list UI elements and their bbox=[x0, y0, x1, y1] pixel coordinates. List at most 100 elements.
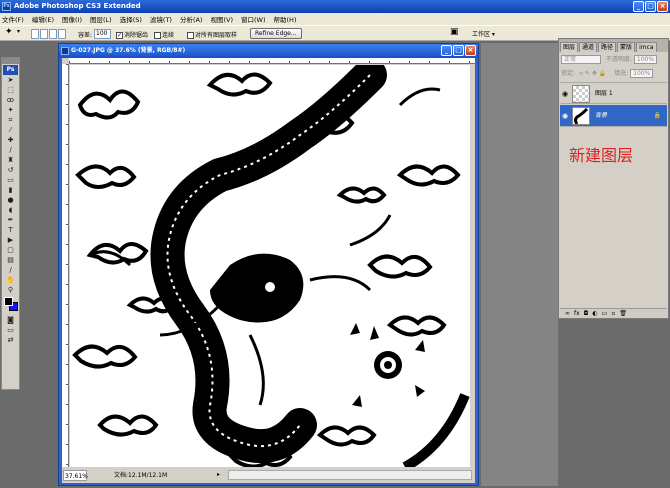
imageready-icon[interactable]: ⇄ bbox=[3, 336, 18, 344]
selection-mode-new-icon[interactable] bbox=[31, 29, 39, 39]
eyedropper-tool-icon[interactable]: ⁄ bbox=[3, 126, 18, 134]
tolerance-input[interactable]: 100 bbox=[94, 29, 111, 39]
notes-tool-icon[interactable]: ▤ bbox=[3, 256, 18, 264]
status-bar: 37.61% 文档:12.1M/12.1M ▸ bbox=[62, 468, 475, 483]
tab-masks[interactable]: 蒙版 bbox=[617, 42, 636, 52]
menu-window[interactable]: 窗口(W) bbox=[241, 14, 266, 24]
tab-paths[interactable]: 路径 bbox=[598, 42, 617, 52]
healing-brush-icon[interactable]: ✚ bbox=[3, 136, 18, 144]
eraser-tool-icon[interactable]: ▭ bbox=[3, 176, 18, 184]
stamp-tool-icon[interactable]: ♜ bbox=[3, 156, 18, 164]
ps-logo: Ps bbox=[3, 65, 18, 75]
selection-mode-add-icon[interactable] bbox=[40, 29, 48, 39]
lasso-tool-icon[interactable]: ꝏ bbox=[3, 96, 18, 104]
crop-tool-icon[interactable]: ⌗ bbox=[3, 116, 18, 124]
lock-icon[interactable]: ▫ ✎ ✥ 🔒 bbox=[579, 70, 606, 77]
image-canvas[interactable] bbox=[70, 65, 470, 467]
menu-filter[interactable]: 滤镜(T) bbox=[150, 14, 172, 24]
fx-icon[interactable]: fx bbox=[574, 309, 580, 318]
document-area: 37.61% 文档:12.1M/12.1M ▸ bbox=[62, 58, 475, 483]
status-menu-arrow-icon[interactable]: ▸ bbox=[217, 469, 220, 480]
doc-maximize-button[interactable]: □ bbox=[453, 45, 464, 56]
type-tool-icon[interactable]: T bbox=[3, 226, 18, 234]
layer-thumbnail bbox=[572, 85, 590, 103]
menu-view[interactable]: 视图(V) bbox=[210, 14, 233, 24]
doc-close-button[interactable]: × bbox=[465, 45, 476, 56]
layer-row[interactable]: ◉ 图层 1 bbox=[560, 82, 667, 104]
fill-input[interactable]: 100% bbox=[630, 69, 654, 78]
tab-imca[interactable]: imca bbox=[636, 42, 657, 52]
visibility-eye-icon[interactable]: ◉ bbox=[562, 111, 570, 121]
document-size-info: 文档:12.1M/12.1M bbox=[114, 472, 168, 479]
mask-icon[interactable]: ◘ bbox=[584, 309, 589, 318]
menu-help[interactable]: 帮助(H) bbox=[274, 14, 297, 24]
refine-edge-button[interactable]: Refine Edge... bbox=[250, 28, 302, 39]
contiguous-checkbox[interactable]: 连续 bbox=[154, 30, 174, 39]
lock-row: 锁定: ▫ ✎ ✥ 🔒 填充: 100% bbox=[561, 68, 666, 79]
menu-select[interactable]: 选择(S) bbox=[120, 14, 142, 24]
workspace-menu-button[interactable]: 工作区 ▾ bbox=[472, 29, 495, 38]
group-icon[interactable]: ▭ bbox=[602, 309, 608, 318]
pen-tool-icon[interactable]: ✒ bbox=[3, 216, 18, 224]
layer-name: 图层 1 bbox=[595, 90, 613, 97]
layer-row-selected[interactable]: ◉ 背景 🔒 bbox=[560, 105, 667, 127]
gradient-tool-icon[interactable]: ▮ bbox=[3, 186, 18, 194]
color-swatches[interactable] bbox=[2, 296, 19, 314]
opacity-label: 不透明度: bbox=[605, 56, 632, 63]
history-brush-icon[interactable]: ↺ bbox=[3, 166, 18, 174]
hand-tool-icon[interactable]: ✋ bbox=[3, 276, 18, 284]
selection-mode-subtract-icon[interactable] bbox=[49, 29, 57, 39]
layer-name: 背景 bbox=[595, 112, 608, 119]
ps-app-icon: Ps bbox=[2, 2, 11, 11]
toolbox-grip[interactable] bbox=[2, 58, 19, 64]
selection-mode-intersect-icon[interactable] bbox=[58, 29, 66, 39]
tab-channels[interactable]: 通道 bbox=[579, 42, 598, 52]
adjustment-icon[interactable]: ◐ bbox=[592, 309, 597, 318]
visibility-eye-icon[interactable]: ◉ bbox=[562, 89, 570, 99]
blur-tool-icon[interactable]: ● bbox=[3, 196, 18, 204]
menu-analysis[interactable]: 分析(A) bbox=[180, 14, 203, 24]
magic-wand-tool-icon[interactable]: ✦ bbox=[5, 27, 13, 37]
maximize-button[interactable]: □ bbox=[645, 1, 656, 12]
brush-tool-icon[interactable]: ∕ bbox=[3, 146, 18, 154]
sample-all-layers-checkbox[interactable]: 对所有图层取样 bbox=[187, 30, 237, 39]
antialias-checkbox[interactable]: ✓ 消除锯齿 bbox=[116, 30, 148, 39]
doc-minimize-button[interactable]: _ bbox=[441, 45, 452, 56]
sample-all-layers-label: 对所有图层取样 bbox=[195, 32, 238, 39]
tool-preset-dropdown-icon[interactable]: ▾ bbox=[17, 28, 20, 35]
new-layer-icon[interactable]: ▫ bbox=[611, 309, 615, 318]
bridge-icon[interactable]: ▣ bbox=[450, 27, 459, 37]
tolerance-label: 容差: bbox=[78, 32, 93, 39]
checkmark-icon: ✓ bbox=[116, 32, 123, 39]
menu-image[interactable]: 图像(I) bbox=[62, 14, 82, 24]
quick-mask-icon[interactable]: ◙ bbox=[3, 316, 18, 324]
screen-mode-icon[interactable]: ▭ bbox=[3, 326, 18, 334]
link-icon[interactable]: ∞ bbox=[565, 309, 570, 318]
close-button[interactable]: × bbox=[657, 1, 668, 12]
zoom-tool-icon[interactable]: ⚲ bbox=[3, 286, 18, 294]
minimize-button[interactable]: _ bbox=[633, 1, 644, 12]
eyedropper-icon[interactable]: / bbox=[3, 266, 18, 274]
foreground-color-swatch[interactable] bbox=[4, 297, 13, 306]
move-tool-icon[interactable]: ➤ bbox=[3, 76, 18, 84]
magic-wand-icon[interactable]: ✦ bbox=[3, 106, 18, 114]
tab-layers[interactable]: 图层 bbox=[560, 42, 579, 52]
marquee-tool-icon[interactable]: ⬚ bbox=[3, 86, 18, 94]
layer-thumbnail bbox=[572, 107, 590, 125]
path-selection-icon[interactable]: ▶ bbox=[3, 236, 18, 244]
menu-edit[interactable]: 编辑(E) bbox=[32, 14, 54, 24]
trash-icon[interactable]: 🗑 bbox=[619, 309, 627, 318]
menu-file[interactable]: 文件(F) bbox=[2, 14, 24, 24]
opacity-input[interactable]: 100% bbox=[633, 55, 658, 64]
contiguous-label: 连续 bbox=[162, 32, 175, 39]
shape-tool-icon[interactable]: ▢ bbox=[3, 246, 18, 254]
vertical-ruler[interactable] bbox=[62, 64, 69, 467]
zoom-field[interactable]: 37.61% bbox=[63, 470, 88, 481]
dodge-tool-icon[interactable]: ◖ bbox=[3, 206, 18, 214]
checkbox-empty-icon bbox=[187, 32, 194, 39]
document-title-bar[interactable]: G-027.JPG @ 37.6% (背景, RGB/8#) _ □ × bbox=[59, 44, 478, 58]
menu-layer[interactable]: 图层(L) bbox=[90, 14, 112, 24]
horizontal-ruler[interactable] bbox=[69, 58, 475, 64]
horizontal-scrollbar[interactable] bbox=[228, 470, 472, 480]
blend-mode-select[interactable]: 正常 bbox=[561, 55, 601, 64]
